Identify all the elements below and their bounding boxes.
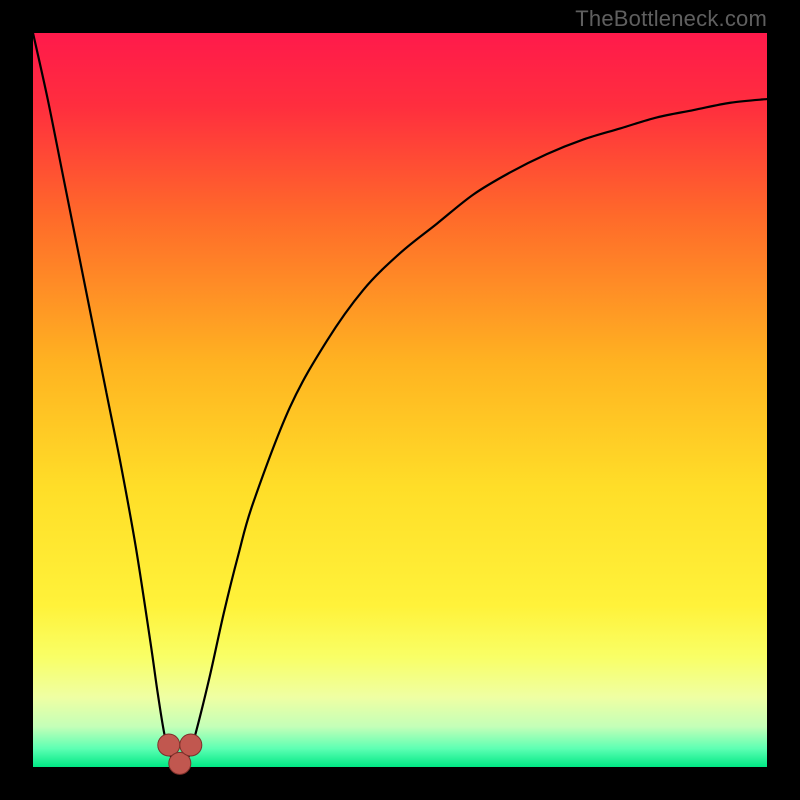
watermark-text: TheBottleneck.com (575, 6, 767, 32)
min-marker (180, 734, 202, 756)
curve-path (33, 33, 767, 763)
chart-frame: TheBottleneck.com (0, 0, 800, 800)
plot-area (33, 33, 767, 767)
bottleneck-curve (33, 33, 767, 767)
